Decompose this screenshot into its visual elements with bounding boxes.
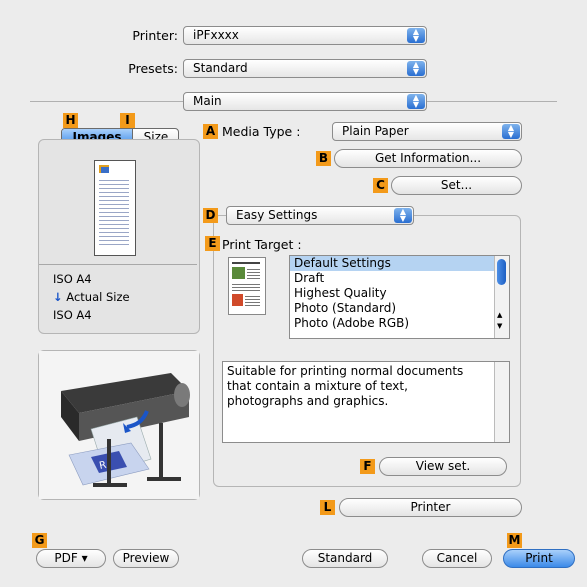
media-type-popup[interactable]: Plain Paper ▲ ▼ xyxy=(332,122,522,141)
panel-popup[interactable]: Main ▲ ▼ xyxy=(183,92,427,111)
callout-m: M xyxy=(507,533,522,548)
presets-value: Standard xyxy=(193,61,248,75)
printer-value: iPFxxxx xyxy=(193,28,239,42)
printer-illustration-icon: R xyxy=(39,351,199,499)
preview-separator xyxy=(39,264,197,265)
callout-l: L xyxy=(320,500,335,515)
callout-h: H xyxy=(63,113,78,128)
list-item[interactable]: Default Settings xyxy=(290,256,509,271)
list-item[interactable]: Photo (Standard) xyxy=(290,301,509,316)
description-text: Suitable for printing normal documents t… xyxy=(227,364,464,408)
preview-button[interactable]: Preview xyxy=(113,549,179,568)
print-target-label: Print Target : xyxy=(222,237,302,252)
callout-d: D xyxy=(203,208,218,223)
list-item[interactable]: Draft xyxy=(290,271,509,286)
list-item[interactable]: Photo (Adobe RGB) xyxy=(290,316,509,331)
print-target-list[interactable]: Default Settings Draft Highest Quality P… xyxy=(289,255,510,339)
popup-arrows-icon: ▲ ▼ xyxy=(502,124,520,139)
printer-label: Printer: xyxy=(132,28,178,43)
standard-button[interactable]: Standard xyxy=(302,549,388,568)
easy-settings-value: Easy Settings xyxy=(236,208,318,222)
printer-button[interactable]: Printer xyxy=(339,498,522,517)
popup-arrows-icon: ▲ ▼ xyxy=(394,208,412,223)
callout-f: F xyxy=(360,459,375,474)
callout-b: B xyxy=(316,151,331,166)
callout-a: A xyxy=(203,124,218,139)
scroll-down-icon[interactable]: ▼ xyxy=(497,322,502,330)
page-preview-icon xyxy=(94,160,136,256)
media-type-label: Media Type : xyxy=(222,124,301,139)
callout-c: C xyxy=(373,178,388,193)
set-button[interactable]: Set... xyxy=(391,176,522,195)
down-arrow-icon: ↓ xyxy=(53,290,63,304)
printer-illustration-box: R xyxy=(38,350,200,500)
presets-popup[interactable]: Standard ▲ ▼ xyxy=(183,59,427,78)
view-set-button[interactable]: View set. xyxy=(379,457,507,476)
get-information-button[interactable]: Get Information... xyxy=(334,149,522,168)
description-scrollbar[interactable] xyxy=(494,362,509,442)
panel-value: Main xyxy=(193,94,222,108)
document-thumbnail-icon xyxy=(228,257,266,315)
print-button[interactable]: Print xyxy=(503,549,575,568)
list-item[interactable]: Highest Quality xyxy=(290,286,509,301)
popup-arrows-icon: ▲ ▼ xyxy=(407,94,425,109)
easy-settings-popup[interactable]: Easy Settings ▲ ▼ xyxy=(226,206,414,225)
scroll-up-icon[interactable]: ▲ xyxy=(497,311,502,319)
pdf-button[interactable]: PDF ▾ xyxy=(36,549,106,568)
paper-size-text: ISO A4 xyxy=(53,272,92,286)
preview-box: ISO A4 ↓ Actual Size ISO A4 xyxy=(38,139,200,334)
scroll-thumb[interactable] xyxy=(497,259,506,285)
presets-label: Presets: xyxy=(128,61,178,76)
callout-e: E xyxy=(205,236,220,251)
callout-i: I xyxy=(120,113,135,128)
scale-row: ↓ Actual Size xyxy=(53,290,130,304)
media-type-value: Plain Paper xyxy=(342,124,409,138)
popup-arrows-icon: ▲ ▼ xyxy=(407,28,425,43)
printer-popup[interactable]: iPFxxxx ▲ ▼ xyxy=(183,26,427,45)
list-scrollbar[interactable]: ▲ ▼ xyxy=(494,256,509,338)
output-size-text: ISO A4 xyxy=(53,308,92,322)
popup-arrows-icon: ▲ ▼ xyxy=(407,61,425,76)
cancel-button[interactable]: Cancel xyxy=(422,549,492,568)
scale-text: Actual Size xyxy=(66,290,130,304)
callout-g: G xyxy=(32,533,47,548)
description-box: Suitable for printing normal documents t… xyxy=(222,361,510,443)
